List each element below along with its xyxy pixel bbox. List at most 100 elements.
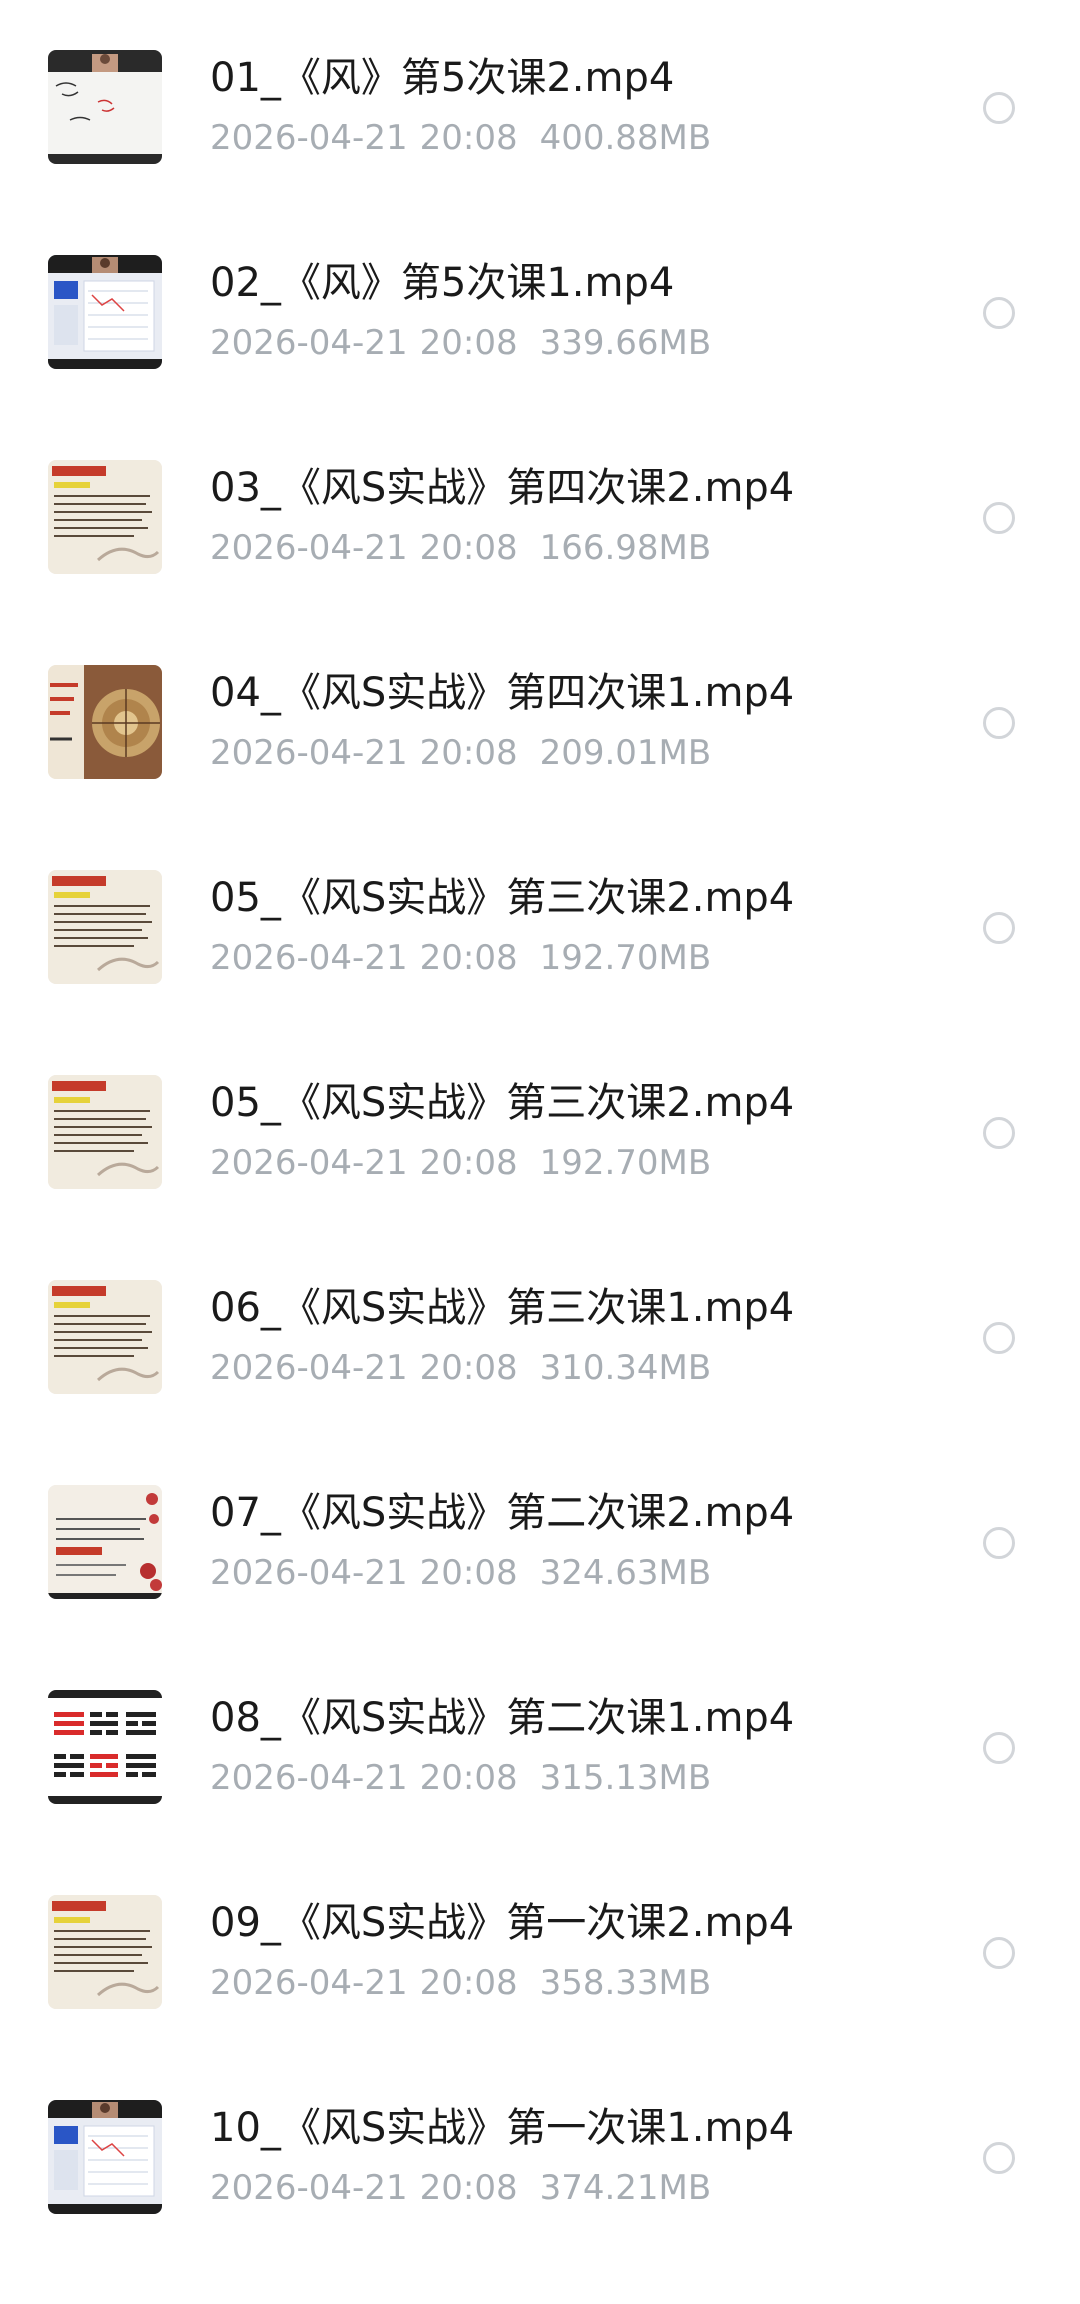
file-date: 2026-04-21 bbox=[210, 323, 408, 363]
file-size: 400.88MB bbox=[539, 118, 712, 158]
file-size: 324.63MB bbox=[539, 1553, 712, 1593]
thumb-compass-slide-icon bbox=[48, 665, 162, 779]
file-time: 20:08 bbox=[419, 118, 518, 158]
file-size: 209.01MB bbox=[539, 733, 712, 773]
file-list: 01_《风》第5次课2.mp4 2026-04-21 20:08 400.88MB 0… bbox=[0, 0, 1080, 2254]
video-thumbnail[interactable] bbox=[48, 460, 162, 574]
file-meta: 2026-04-21 20:08 166.98MB bbox=[210, 526, 711, 570]
file-time: 20:08 bbox=[419, 1348, 518, 1388]
file-meta: 2026-04-21 20:08 315.13MB bbox=[210, 1756, 711, 1800]
thumb-lecture-whiteboard-icon bbox=[48, 50, 162, 164]
select-radio[interactable] bbox=[983, 1937, 1015, 1969]
file-time: 20:08 bbox=[419, 733, 518, 773]
thumb-slide-plum-icon bbox=[48, 1485, 162, 1599]
video-thumbnail[interactable] bbox=[48, 665, 162, 779]
select-radio[interactable] bbox=[983, 92, 1015, 124]
file-meta: 2026-04-21 20:08 339.66MB bbox=[210, 321, 711, 365]
file-row[interactable]: 10_《风S实战》第一次课1.mp4 2026-04-21 20:08 374.21M… bbox=[0, 2100, 1080, 2304]
file-meta: 2026-04-21 20:08 209.01MB bbox=[210, 731, 711, 775]
video-thumbnail[interactable] bbox=[48, 255, 162, 369]
file-name[interactable]: 09_《风S实战》第一次课2.mp4 bbox=[210, 1897, 794, 1949]
file-date: 2026-04-21 bbox=[210, 118, 408, 158]
select-radio[interactable] bbox=[983, 707, 1015, 739]
file-time: 20:08 bbox=[419, 1963, 518, 2003]
file-meta: 2026-04-21 20:08 324.63MB bbox=[210, 1551, 711, 1595]
thumb-slide-text-icon bbox=[48, 1075, 162, 1189]
file-name[interactable]: 10_《风S实战》第一次课1.mp4 bbox=[210, 2102, 794, 2154]
file-meta: 2026-04-21 20:08 192.70MB bbox=[210, 1141, 711, 1185]
select-radio[interactable] bbox=[983, 1732, 1015, 1764]
file-time: 20:08 bbox=[419, 2168, 518, 2208]
file-meta: 2026-04-21 20:08 358.33MB bbox=[210, 1961, 711, 2005]
file-meta: 2026-04-21 20:08 400.88MB bbox=[210, 116, 711, 160]
select-radio[interactable] bbox=[983, 1117, 1015, 1149]
file-date: 2026-04-21 bbox=[210, 938, 408, 978]
file-size: 339.66MB bbox=[539, 323, 712, 363]
file-row[interactable]: 07_《风S实战》第二次课2.mp4 2026-04-21 20:08 324.63M… bbox=[0, 1485, 1080, 1689]
file-name[interactable]: 08_《风S实战》第二次课1.mp4 bbox=[210, 1692, 794, 1744]
select-radio[interactable] bbox=[983, 297, 1015, 329]
file-row[interactable]: 02_《风》第5次课1.mp4 2026-04-21 20:08 339.66MB bbox=[0, 255, 1080, 459]
thumb-trigram-icon bbox=[48, 1690, 162, 1804]
video-thumbnail[interactable] bbox=[48, 870, 162, 984]
thumb-lecture-screen-icon bbox=[48, 255, 162, 369]
file-name[interactable]: 05_《风S实战》第三次课2.mp4 bbox=[210, 872, 794, 924]
video-thumbnail[interactable] bbox=[48, 1485, 162, 1599]
file-date: 2026-04-21 bbox=[210, 1963, 408, 2003]
file-name[interactable]: 04_《风S实战》第四次课1.mp4 bbox=[210, 667, 794, 719]
file-time: 20:08 bbox=[419, 528, 518, 568]
file-row[interactable]: 04_《风S实战》第四次课1.mp4 2026-04-21 20:08 209.01M… bbox=[0, 665, 1080, 869]
file-row[interactable]: 06_《风S实战》第三次课1.mp4 2026-04-21 20:08 310.34M… bbox=[0, 1280, 1080, 1484]
file-meta: 2026-04-21 20:08 374.21MB bbox=[210, 2166, 711, 2210]
file-meta: 2026-04-21 20:08 192.70MB bbox=[210, 936, 711, 980]
file-row[interactable]: 01_《风》第5次课2.mp4 2026-04-21 20:08 400.88MB bbox=[0, 50, 1080, 254]
file-row[interactable]: 08_《风S实战》第二次课1.mp4 2026-04-21 20:08 315.13M… bbox=[0, 1690, 1080, 1894]
file-size: 192.70MB bbox=[539, 1143, 712, 1183]
file-name[interactable]: 05_《风S实战》第三次课2.mp4 bbox=[210, 1077, 794, 1129]
thumb-slide-text-icon bbox=[48, 870, 162, 984]
file-row[interactable]: 05_《风S实战》第三次课2.mp4 2026-04-21 20:08 192.70M… bbox=[0, 870, 1080, 1074]
video-thumbnail[interactable] bbox=[48, 1690, 162, 1804]
file-row[interactable]: 05_《风S实战》第三次课2.mp4 2026-04-21 20:08 192.70M… bbox=[0, 1075, 1080, 1279]
file-size: 374.21MB bbox=[539, 2168, 712, 2208]
select-radio[interactable] bbox=[983, 502, 1015, 534]
file-date: 2026-04-21 bbox=[210, 1348, 408, 1388]
file-row[interactable]: 09_《风S实战》第一次课2.mp4 2026-04-21 20:08 358.33M… bbox=[0, 1895, 1080, 2099]
video-thumbnail[interactable] bbox=[48, 1075, 162, 1189]
video-thumbnail[interactable] bbox=[48, 1280, 162, 1394]
thumb-slide-text-icon bbox=[48, 460, 162, 574]
select-radio[interactable] bbox=[983, 1322, 1015, 1354]
file-name[interactable]: 03_《风S实战》第四次课2.mp4 bbox=[210, 462, 794, 514]
file-date: 2026-04-21 bbox=[210, 1143, 408, 1183]
video-thumbnail[interactable] bbox=[48, 2100, 162, 2214]
file-size: 310.34MB bbox=[539, 1348, 712, 1388]
file-time: 20:08 bbox=[419, 1758, 518, 1798]
thumb-slide-text-icon bbox=[48, 1895, 162, 2009]
file-date: 2026-04-21 bbox=[210, 528, 408, 568]
file-size: 166.98MB bbox=[539, 528, 712, 568]
file-name[interactable]: 02_《风》第5次课1.mp4 bbox=[210, 257, 674, 309]
select-radio[interactable] bbox=[983, 912, 1015, 944]
file-row[interactable]: 03_《风S实战》第四次课2.mp4 2026-04-21 20:08 166.98M… bbox=[0, 460, 1080, 664]
file-time: 20:08 bbox=[419, 323, 518, 363]
file-time: 20:08 bbox=[419, 1553, 518, 1593]
file-name[interactable]: 01_《风》第5次课2.mp4 bbox=[210, 52, 674, 104]
video-thumbnail[interactable] bbox=[48, 1895, 162, 2009]
select-radio[interactable] bbox=[983, 1527, 1015, 1559]
file-date: 2026-04-21 bbox=[210, 2168, 408, 2208]
thumb-slide-text-icon bbox=[48, 1280, 162, 1394]
file-name[interactable]: 07_《风S实战》第二次课2.mp4 bbox=[210, 1487, 794, 1539]
file-size: 315.13MB bbox=[539, 1758, 712, 1798]
video-thumbnail[interactable] bbox=[48, 50, 162, 164]
file-date: 2026-04-21 bbox=[210, 1758, 408, 1798]
thumb-lecture-screen-icon bbox=[48, 2100, 162, 2214]
file-date: 2026-04-21 bbox=[210, 733, 408, 773]
file-time: 20:08 bbox=[419, 1143, 518, 1183]
file-size: 192.70MB bbox=[539, 938, 712, 978]
file-date: 2026-04-21 bbox=[210, 1553, 408, 1593]
file-name[interactable]: 06_《风S实战》第三次课1.mp4 bbox=[210, 1282, 794, 1334]
file-time: 20:08 bbox=[419, 938, 518, 978]
select-radio[interactable] bbox=[983, 2142, 1015, 2174]
file-meta: 2026-04-21 20:08 310.34MB bbox=[210, 1346, 711, 1390]
file-size: 358.33MB bbox=[539, 1963, 712, 2003]
